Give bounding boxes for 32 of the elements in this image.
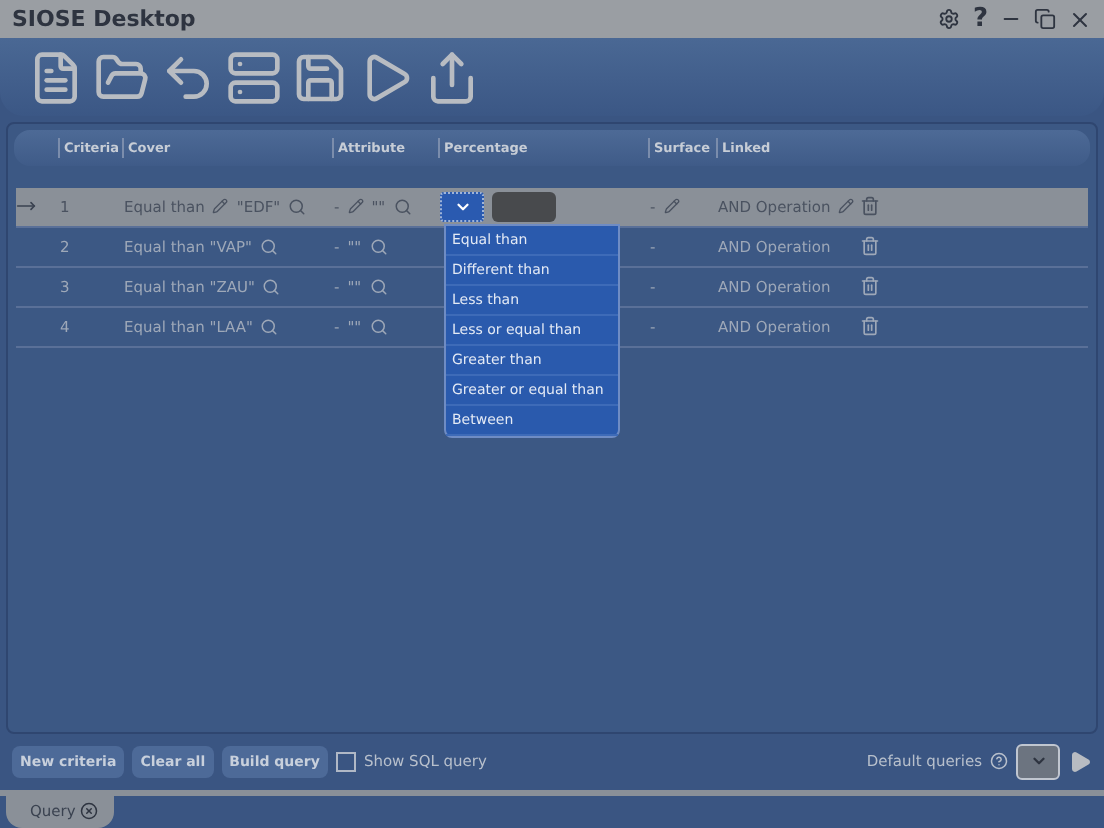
folder-icon[interactable]	[94, 49, 150, 105]
dropdown-button[interactable]	[440, 191, 484, 222]
default-queries-dropdown[interactable]	[1016, 743, 1060, 779]
checkbox[interactable]	[335, 751, 356, 771]
percentage-field[interactable]	[492, 191, 556, 222]
pencil-icon[interactable]	[212, 198, 229, 215]
trash-icon[interactable]	[860, 236, 880, 257]
play-icon[interactable]	[1068, 749, 1092, 773]
search-icon[interactable]	[393, 197, 412, 216]
pencil-icon[interactable]	[838, 198, 855, 215]
restore-icon[interactable]	[1034, 8, 1056, 31]
search-icon[interactable]	[369, 317, 388, 336]
search-icon[interactable]	[369, 277, 388, 296]
settings-icon[interactable]	[938, 8, 961, 31]
search-icon[interactable]	[288, 197, 307, 216]
trash-icon[interactable]	[860, 316, 880, 337]
search-icon[interactable]	[260, 317, 279, 336]
help-icon[interactable]	[990, 752, 1008, 770]
server-icon[interactable]	[226, 49, 282, 105]
search-icon[interactable]	[262, 277, 281, 296]
trash-icon[interactable]	[860, 196, 880, 217]
pencil-icon[interactable]	[663, 198, 680, 215]
caret-icon	[1029, 752, 1047, 770]
save-icon[interactable]	[292, 49, 348, 105]
search-icon[interactable]	[259, 237, 278, 256]
window-title: SIOSE Desktop	[12, 6, 198, 33]
pencil-icon[interactable]	[347, 198, 364, 215]
help-button[interactable]: ?	[972, 4, 988, 35]
close-icon[interactable]	[1068, 7, 1092, 32]
trash-icon[interactable]	[860, 276, 880, 297]
close-icon[interactable]	[79, 801, 98, 820]
search-icon[interactable]	[369, 237, 388, 256]
